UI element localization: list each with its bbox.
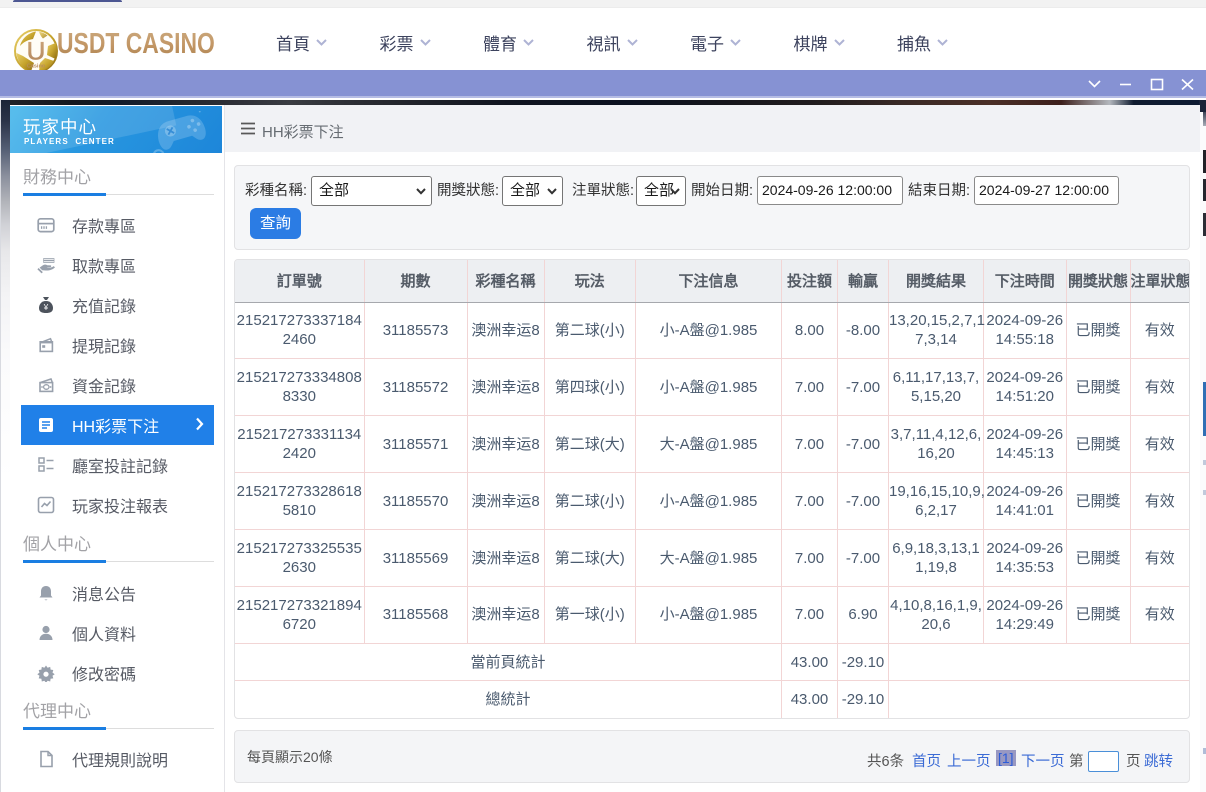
svg-text:¥: ¥ bbox=[43, 303, 49, 312]
